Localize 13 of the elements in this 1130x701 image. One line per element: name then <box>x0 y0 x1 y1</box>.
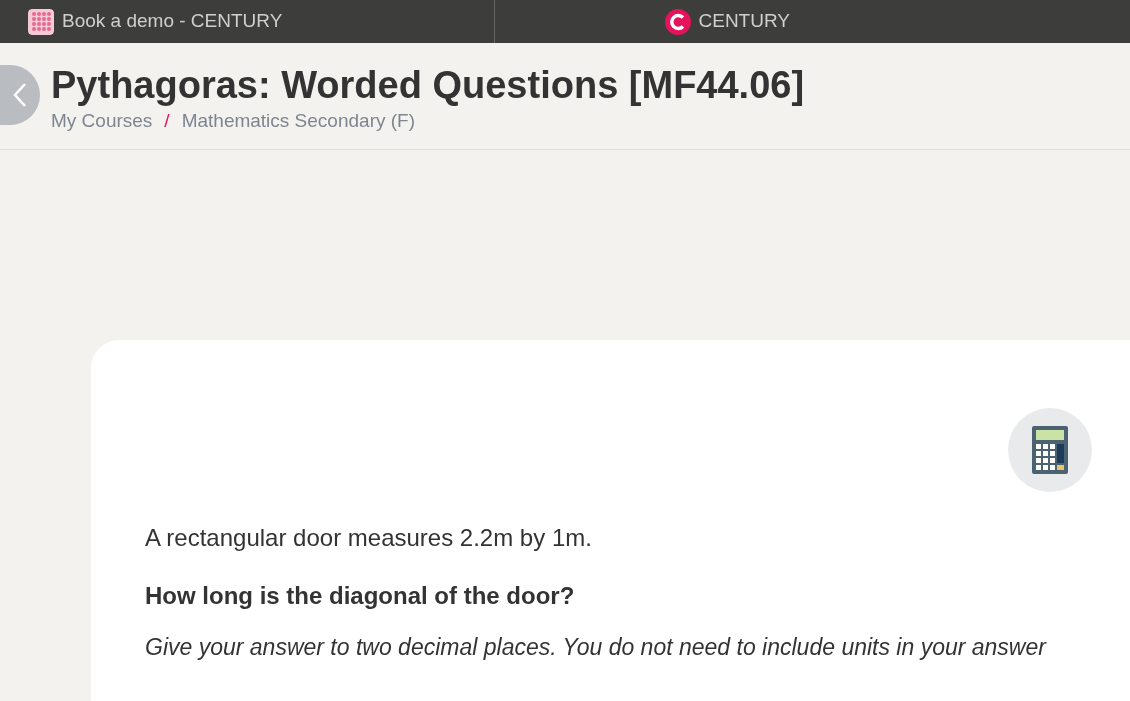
answer-instruction: Give your answer to two decimal places. You do not need to include units in your answer <box>145 633 1048 662</box>
chevron-left-icon <box>13 82 27 108</box>
page-title: Pythagoras: Worded Questions [MF44.06] <box>51 63 805 107</box>
logo-icon <box>664 8 691 35</box>
question-statement: A rectangular door measures 2.2m by 1m. <box>145 523 593 553</box>
question-prompt: How long is the diagonal of the door? <box>145 581 576 611</box>
tab-title: Book a demo - CENTURY <box>62 9 283 34</box>
browser-tab[interactable]: CENTURY <box>494 0 1130 43</box>
calculator-icon <box>1032 426 1068 474</box>
tab-title: CENTURY <box>698 9 790 34</box>
browser-tab[interactable]: Book a demo - CENTURY <box>0 0 495 43</box>
pattern-icon <box>28 8 54 35</box>
breadcrumb-separator: / <box>164 109 170 133</box>
